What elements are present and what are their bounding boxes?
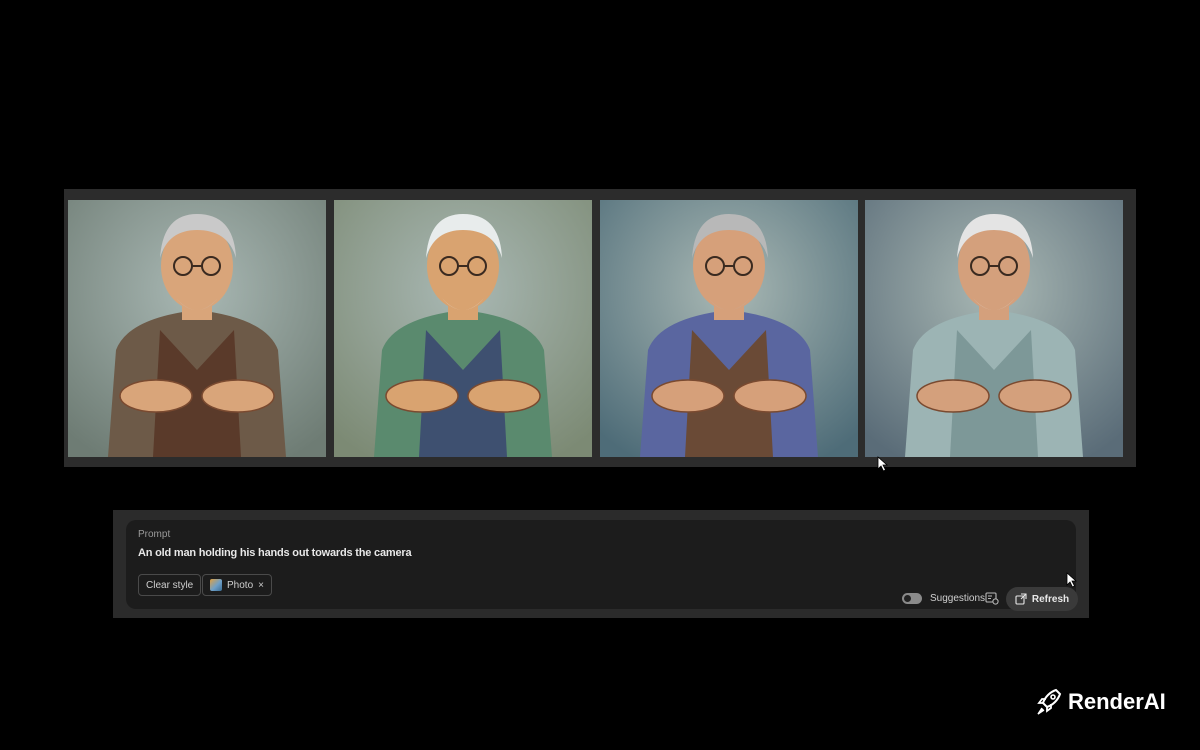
clear-style-label: Clear style [146,579,194,591]
generated-image-3[interactable] [600,200,858,457]
refresh-label: Refresh [1031,593,1070,605]
refresh-button[interactable]: Refresh [1006,587,1078,611]
style-chip-label: Photo [227,579,254,591]
right-hand [467,379,541,413]
brand-logo: RenderAI [1036,688,1166,716]
remove-style-icon[interactable]: × [258,580,264,591]
rocket-icon [1037,688,1062,715]
right-hand [998,379,1072,413]
suggestions-settings-icon[interactable] [985,592,999,605]
prompt-box[interactable]: Prompt An old man holding his hands out … [126,520,1078,611]
clear-style-button[interactable]: Clear style [138,574,202,596]
generated-image-2[interactable] [334,200,592,457]
portrait-illustration [68,200,326,457]
prompt-label: Prompt [138,529,171,540]
suggestions-label: Suggestions [930,593,986,604]
suggestions-toggle[interactable] [902,593,922,604]
refresh-icon [1015,593,1027,605]
right-hand [201,379,275,413]
brand-name: RenderAI [1068,689,1166,714]
left-hand [119,379,193,413]
portrait-illustration [865,200,1123,457]
mouse-cursor-icon [1066,572,1078,588]
photo-style-icon [210,579,222,591]
left-hand [651,379,725,413]
left-hand [916,379,990,413]
generated-image-4[interactable] [865,200,1123,457]
generated-image-1[interactable] [68,200,326,457]
portrait-illustration [334,200,592,457]
left-hand [385,379,459,413]
mouse-cursor-icon [877,456,889,472]
style-chip-photo[interactable]: Photo × [202,574,272,596]
prompt-panel: Prompt An old man holding his hands out … [113,510,1089,618]
prompt-input[interactable]: An old man holding his hands out towards… [138,547,412,559]
portrait-illustration [600,200,858,457]
generated-images-strip [64,189,1136,467]
right-hand [733,379,807,413]
